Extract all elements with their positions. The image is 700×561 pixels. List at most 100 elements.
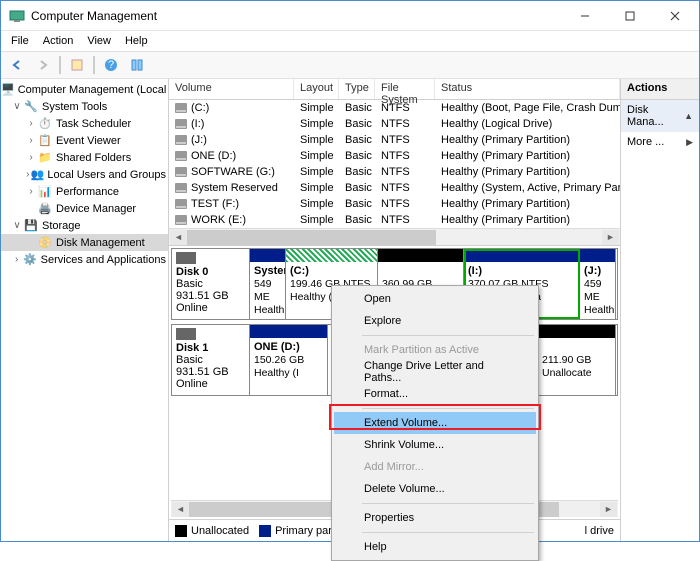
perf-icon: 📊 xyxy=(37,185,53,199)
menu-file[interactable]: File xyxy=(5,33,35,49)
menubar: File Action View Help xyxy=(1,31,699,51)
partition-bar xyxy=(250,249,285,262)
volume-row[interactable]: (J:)SimpleBasicNTFSHealthy (Primary Part… xyxy=(169,132,620,148)
partition[interactable]: (J:)459 MEHealth xyxy=(580,249,616,319)
toolbar-separator xyxy=(59,56,61,74)
menu-item[interactable]: Help xyxy=(334,536,536,558)
col-volume[interactable]: Volume xyxy=(169,79,294,99)
users-icon: 👥 xyxy=(31,168,45,182)
tree-system-tools[interactable]: System Tools xyxy=(42,101,107,113)
drive-icon xyxy=(175,215,187,225)
app-icon xyxy=(9,8,25,24)
menu-item: Mark Partition as Active xyxy=(334,339,536,361)
menu-item[interactable]: Format... xyxy=(334,383,536,405)
partition-bar xyxy=(538,325,615,338)
partition[interactable]: Syster549 MEHealth xyxy=(250,249,286,319)
tree-event-viewer[interactable]: Event Viewer xyxy=(56,135,121,147)
menu-item[interactable]: Delete Volume... xyxy=(334,478,536,500)
context-menu[interactable]: OpenExplore Mark Partition as ActiveChang… xyxy=(331,285,539,561)
actions-more[interactable]: More ...▶ xyxy=(621,132,699,152)
disk-icon xyxy=(176,252,196,264)
scroll-right-icon[interactable]: ► xyxy=(602,230,619,245)
volume-row[interactable]: System ReservedSimpleBasicNTFSHealthy (S… xyxy=(169,180,620,196)
tree-shared-folders[interactable]: Shared Folders xyxy=(56,152,131,164)
scroll-thumb[interactable] xyxy=(187,230,436,245)
menu-item[interactable]: Open xyxy=(334,288,536,310)
col-type[interactable]: Type xyxy=(339,79,375,99)
expand-icon[interactable]: › xyxy=(25,135,37,146)
tree-root[interactable]: Computer Management (Local xyxy=(18,84,167,96)
nav-tree[interactable]: 🖥️Computer Management (Local ∨🔧System To… xyxy=(1,79,169,541)
menu-separator xyxy=(362,503,534,504)
disk-label[interactable]: Disk 1Basic931.51 GBOnline xyxy=(172,325,250,395)
volume-row[interactable]: (C:)SimpleBasicNTFSHealthy (Boot, Page F… xyxy=(169,100,620,116)
expand-icon[interactable]: ∨ xyxy=(11,101,23,112)
volume-row[interactable]: TEST (F:)SimpleBasicNTFSHealthy (Primary… xyxy=(169,196,620,212)
volume-row[interactable]: SOFTWARE (G:)SimpleBasicNTFSHealthy (Pri… xyxy=(169,164,620,180)
window-title: Computer Management xyxy=(31,9,562,23)
menu-help[interactable]: Help xyxy=(119,33,154,49)
toolbar-separator xyxy=(93,56,95,74)
volume-header[interactable]: Volume Layout Type File System Status xyxy=(169,79,620,100)
refresh-button[interactable] xyxy=(65,54,89,76)
volume-row[interactable]: WORK (E:)SimpleBasicNTFSHealthy (Primary… xyxy=(169,212,620,228)
titlebar[interactable]: Computer Management xyxy=(1,1,699,31)
forward-button[interactable] xyxy=(31,54,55,76)
menu-view[interactable]: View xyxy=(81,33,117,49)
menu-item[interactable]: Extend Volume... xyxy=(334,412,536,434)
col-layout[interactable]: Layout xyxy=(294,79,339,99)
close-button[interactable] xyxy=(652,1,697,30)
tree-performance[interactable]: Performance xyxy=(56,186,119,198)
tree-services[interactable]: Services and Applications xyxy=(41,254,166,266)
scroll-left-icon[interactable]: ◄ xyxy=(170,230,187,245)
help-button[interactable]: ? xyxy=(99,54,123,76)
drive-icon xyxy=(175,183,187,193)
scheduler-icon: ⏱️ xyxy=(37,117,53,131)
computer-icon: 🖥️ xyxy=(1,83,15,97)
menu-action[interactable]: Action xyxy=(37,33,80,49)
expand-icon[interactable]: › xyxy=(25,186,37,197)
drive-icon xyxy=(175,199,187,209)
chevron-up-icon: ▲ xyxy=(684,111,693,121)
scroll-left-icon[interactable]: ◄ xyxy=(172,502,189,517)
col-filesystem[interactable]: File System xyxy=(375,79,435,99)
expand-icon[interactable]: ∨ xyxy=(11,220,23,231)
expand-icon[interactable]: › xyxy=(11,254,22,265)
drive-icon xyxy=(175,151,187,161)
disk-icon: 📀 xyxy=(37,236,53,250)
back-button[interactable] xyxy=(5,54,29,76)
menu-separator xyxy=(362,335,534,336)
tree-disk-management[interactable]: Disk Management xyxy=(56,237,145,249)
volume-row[interactable]: ONE (D:)SimpleBasicNTFSHealthy (Primary … xyxy=(169,148,620,164)
drive-icon xyxy=(175,167,187,177)
menu-item[interactable]: Shrink Volume... xyxy=(334,434,536,456)
tree-device-manager[interactable]: Device Manager xyxy=(56,203,136,215)
tools-icon: 🔧 xyxy=(23,100,39,114)
services-icon: ⚙️ xyxy=(22,253,37,267)
volume-row[interactable]: (I:)SimpleBasicNTFSHealthy (Logical Driv… xyxy=(169,116,620,132)
expand-icon[interactable]: › xyxy=(25,118,37,129)
maximize-button[interactable] xyxy=(607,1,652,30)
partition[interactable]: 211.90 GBUnallocate xyxy=(538,325,616,395)
view-button[interactable] xyxy=(125,54,149,76)
menu-item[interactable]: Change Drive Letter and Paths... xyxy=(334,361,536,383)
partition[interactable]: ONE (D:)150.26 GBHealthy (I xyxy=(250,325,328,395)
horizontal-scrollbar[interactable]: ◄ ► xyxy=(169,228,620,245)
tree-local-users[interactable]: Local Users and Groups xyxy=(47,169,166,181)
actions-disk-management[interactable]: Disk Mana...▲ xyxy=(621,100,699,132)
legend-primary: Primary parti xyxy=(259,525,337,537)
disk-label[interactable]: Disk 0Basic931.51 GBOnline xyxy=(172,249,250,319)
expand-icon[interactable]: › xyxy=(25,152,37,163)
scroll-right-icon[interactable]: ► xyxy=(600,502,617,517)
menu-item: Add Mirror... xyxy=(334,456,536,478)
tree-storage[interactable]: Storage xyxy=(42,220,81,232)
menu-item[interactable]: Explore xyxy=(334,310,536,332)
legend-unallocated: Unallocated xyxy=(175,525,249,537)
col-status[interactable]: Status xyxy=(435,79,620,99)
folder-icon: 📁 xyxy=(37,151,53,165)
drive-icon xyxy=(175,103,187,113)
drive-icon xyxy=(175,119,187,129)
minimize-button[interactable] xyxy=(562,1,607,30)
menu-item[interactable]: Properties xyxy=(334,507,536,529)
tree-task-scheduler[interactable]: Task Scheduler xyxy=(56,118,131,130)
